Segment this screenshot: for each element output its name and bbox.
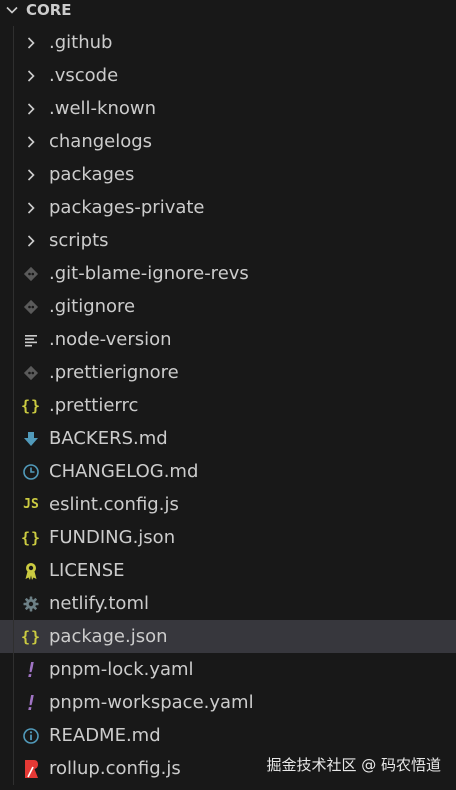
file-label: pnpm-lock.yaml <box>49 659 194 680</box>
indent-guide <box>13 92 14 125</box>
indent-guide <box>13 488 14 521</box>
download-arrow-icon <box>20 428 42 450</box>
file-item[interactable]: .prettierignore <box>0 356 456 389</box>
indent-guide <box>13 620 14 653</box>
file-label: .node-version <box>49 329 172 350</box>
file-item[interactable]: ! pnpm-lock.yaml <box>0 653 456 686</box>
file-label: BACKERS.md <box>49 428 168 449</box>
indent-guide <box>13 257 14 290</box>
chevron-right-icon[interactable] <box>20 164 42 186</box>
explorer-section-header[interactable]: CORE <box>0 0 456 20</box>
folder-item[interactable]: packages <box>0 158 456 191</box>
file-label: eslint.config.js <box>49 494 179 515</box>
file-item[interactable]: {} FUNDING.json <box>0 521 456 554</box>
indent-guide <box>13 323 14 356</box>
chevron-right-icon[interactable] <box>20 98 42 120</box>
file-item[interactable]: BACKERS.md <box>0 422 456 455</box>
file-label: .git-blame-ignore-revs <box>49 263 249 284</box>
file-label: LICENSE <box>49 560 125 581</box>
folder-item[interactable]: scripts <box>0 224 456 257</box>
file-label: rollup.config.js <box>49 758 181 779</box>
indent-guide <box>13 521 14 554</box>
folder-item[interactable]: .github <box>0 26 456 59</box>
file-tree: .github .vscode .well-known changelogs packa… <box>0 26 456 785</box>
indent-guide <box>13 158 14 191</box>
file-item[interactable]: JS eslint.config.js <box>0 488 456 521</box>
file-label: README.md <box>49 725 161 746</box>
file-item[interactable]: {} .prettierrc <box>0 389 456 422</box>
json-braces-icon: {} <box>20 528 42 547</box>
indent-guide <box>13 356 14 389</box>
file-item[interactable]: netlify.toml <box>0 587 456 620</box>
js-icon: JS <box>23 497 39 512</box>
json-braces-icon: {} <box>20 396 42 415</box>
file-label: pnpm-workspace.yaml <box>49 692 254 713</box>
indent-guide <box>13 752 14 785</box>
file-item[interactable]: .git-blame-ignore-revs <box>0 257 456 290</box>
folder-label: packages <box>49 164 135 185</box>
explorer-section-title: CORE <box>26 1 72 19</box>
file-item[interactable]: CHANGELOG.md <box>0 455 456 488</box>
watermark: 掘金技术社区 @ 码农悟道 <box>266 756 441 774</box>
git-file-icon <box>20 296 42 318</box>
file-item[interactable]: LICENSE <box>0 554 456 587</box>
file-label: .gitignore <box>49 296 136 317</box>
chevron-right-icon[interactable] <box>20 230 42 252</box>
folder-label: packages-private <box>49 197 205 218</box>
chevron-down-icon <box>5 3 19 17</box>
chevron-right-icon[interactable] <box>20 131 42 153</box>
rollup-icon <box>20 758 42 780</box>
folder-item[interactable]: packages-private <box>0 191 456 224</box>
yaml-exclamation-icon: ! <box>24 657 38 682</box>
folder-label: .vscode <box>49 65 119 86</box>
indent-guide <box>13 224 14 257</box>
file-item[interactable]: README.md <box>0 719 456 752</box>
folder-item[interactable]: .well-known <box>0 92 456 125</box>
folder-label: .well-known <box>49 98 156 119</box>
chevron-right-icon[interactable] <box>20 197 42 219</box>
folder-item[interactable]: changelogs <box>0 125 456 158</box>
indent-guide <box>13 26 14 59</box>
indent-guide <box>13 125 14 158</box>
indent-guide <box>13 554 14 587</box>
json-braces-icon: {} <box>20 627 42 646</box>
license-ribbon-icon <box>20 560 42 582</box>
indent-guide <box>13 587 14 620</box>
file-item[interactable]: .node-version <box>0 323 456 356</box>
indent-guide <box>13 191 14 224</box>
clock-icon <box>20 461 42 483</box>
file-label: .prettierignore <box>49 362 179 383</box>
gear-icon <box>20 593 42 615</box>
chevron-right-icon[interactable] <box>20 32 42 54</box>
indent-guide <box>13 719 14 752</box>
yaml-exclamation-icon: ! <box>24 690 38 715</box>
file-item[interactable]: ! pnpm-workspace.yaml <box>0 686 456 719</box>
file-label: netlify.toml <box>49 593 149 614</box>
folder-item[interactable]: .vscode <box>0 59 456 92</box>
text-lines-icon <box>20 329 42 351</box>
file-label: package.json <box>49 626 168 647</box>
folder-label: changelogs <box>49 131 153 152</box>
indent-guide <box>13 389 14 422</box>
indent-guide <box>13 422 14 455</box>
file-item[interactable]: .gitignore <box>0 290 456 323</box>
info-circle-icon <box>20 725 42 747</box>
file-label: FUNDING.json <box>49 527 176 548</box>
file-label: .prettierrc <box>49 395 139 416</box>
folder-label: .github <box>49 32 113 53</box>
file-item[interactable]: {} package.json <box>0 620 456 653</box>
indent-guide <box>13 686 14 719</box>
git-file-icon <box>20 263 42 285</box>
file-label: CHANGELOG.md <box>49 461 199 482</box>
indent-guide <box>13 653 14 686</box>
folder-label: scripts <box>49 230 109 251</box>
indent-guide <box>13 455 14 488</box>
git-file-icon <box>20 362 42 384</box>
indent-guide <box>13 290 14 323</box>
indent-guide <box>13 59 14 92</box>
chevron-right-icon[interactable] <box>20 65 42 87</box>
